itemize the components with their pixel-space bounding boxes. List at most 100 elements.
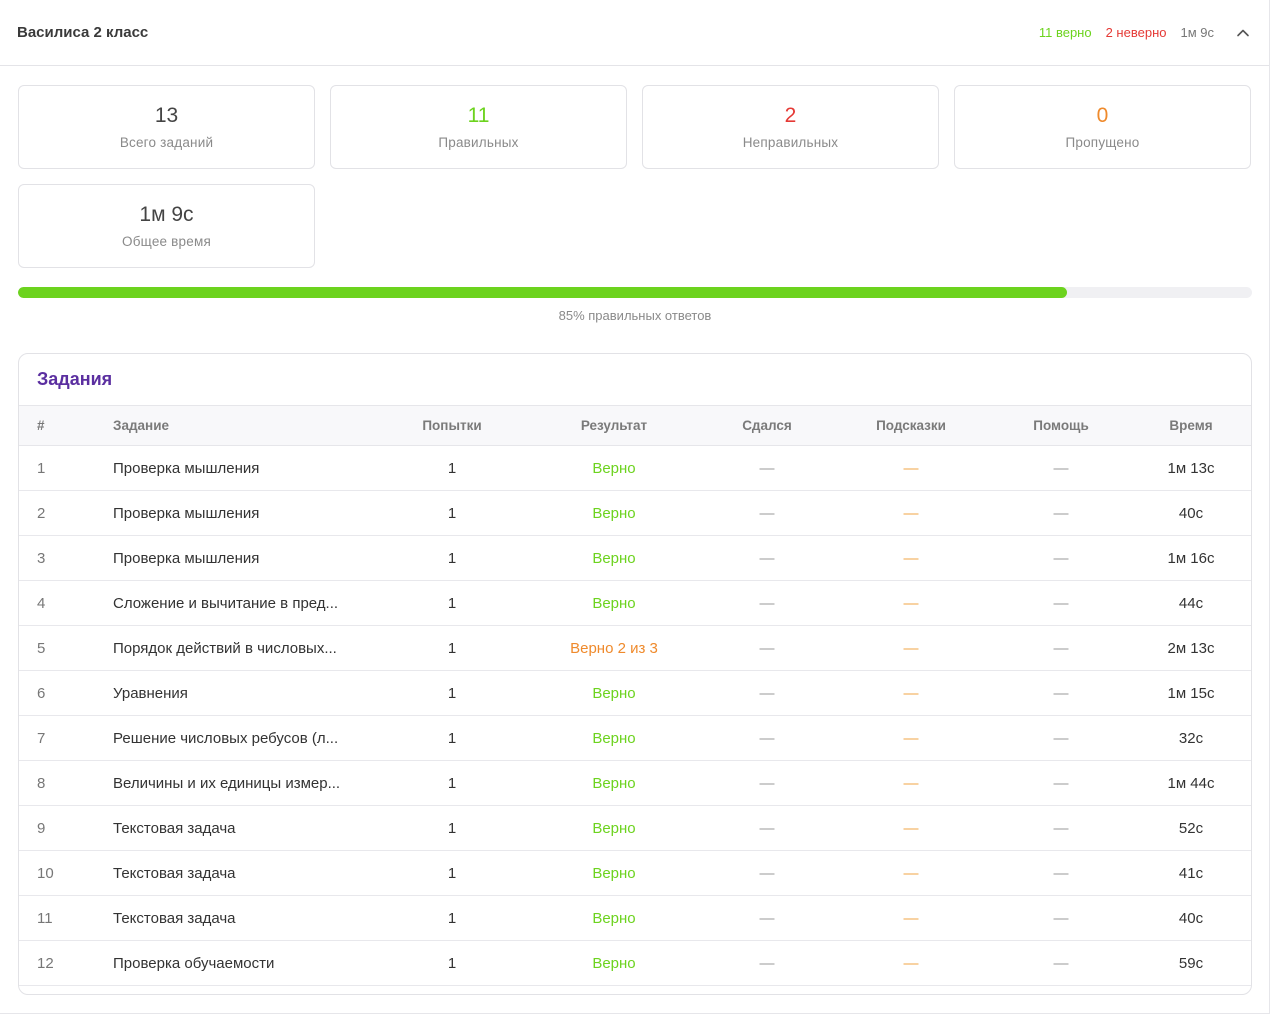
task-hints: — <box>831 580 991 626</box>
task-hints: — <box>831 445 991 491</box>
task-name: Проверка обучаемости <box>113 986 379 995</box>
column-header-number: # <box>19 406 113 446</box>
task-result: Верно <box>525 490 703 536</box>
incorrect-count-badge: 2 неверно <box>1105 25 1167 40</box>
table-row[interactable]: 12 Проверка обучаемости 1 Верно — — —59с <box>19 940 1251 986</box>
task-attempts: 1 <box>379 580 525 626</box>
task-help: — <box>991 850 1131 896</box>
task-result: Верно <box>525 535 703 581</box>
task-attempts: 1 <box>379 490 525 536</box>
task-name: Текстовая задача <box>113 805 379 851</box>
table-row[interactable]: 11 Текстовая задача 1 Верно — — —40с <box>19 895 1251 941</box>
task-help: — <box>991 895 1131 941</box>
stat-label: Неправильных <box>742 135 839 150</box>
task-number: 2 <box>19 490 113 536</box>
stat-label: Всего заданий <box>119 135 214 150</box>
column-header-help: Помощь <box>991 406 1131 446</box>
task-attempts: 1 <box>379 895 525 941</box>
column-header-hints: Подсказки <box>831 406 991 446</box>
table-row[interactable]: 6 Уравнения 1 Верно — — —1м 15с <box>19 670 1251 716</box>
task-name: Проверка обучаемости <box>113 940 379 986</box>
stat-label: Правильных <box>438 135 519 150</box>
panel-header[interactable]: Василиса 2 класс 11 верно 2 неверно 1м 9… <box>0 0 1269 66</box>
task-hints: — <box>831 895 991 941</box>
task-time: 41с <box>1131 850 1251 896</box>
task-result: Верно 8 из 9 <box>525 986 703 995</box>
task-name: Проверка мышления <box>113 490 379 536</box>
table-row[interactable]: 1 Проверка мышления 1 Верно — — —1м 13с <box>19 445 1251 491</box>
task-result: Верно <box>525 940 703 986</box>
task-time: 1м 13с <box>1131 445 1251 491</box>
task-help: — <box>991 445 1131 491</box>
task-attempts: 1 <box>379 986 525 995</box>
task-time: 2м 13с <box>1131 625 1251 671</box>
task-gave-up: — <box>703 805 831 851</box>
table-row[interactable]: 8 Величины и их единицы измер... 1 Верно — — —… <box>19 760 1251 806</box>
test-result-panel: Василиса 2 класс 11 верно 2 неверно 1м 9… <box>0 0 1270 1014</box>
task-gave-up: — <box>703 625 831 671</box>
task-number: 3 <box>19 535 113 581</box>
task-number: 11 <box>19 895 113 941</box>
task-hints: — <box>831 625 991 671</box>
task-gave-up: — <box>703 715 831 761</box>
task-attempts: 1 <box>379 670 525 716</box>
header-summary: 11 верно 2 неверно 1м 9с <box>1039 24 1252 42</box>
task-result: Верно <box>525 445 703 491</box>
task-attempts: 1 <box>379 805 525 851</box>
task-name: Уравнения <box>113 670 379 716</box>
task-time: 1м 16с <box>1131 535 1251 581</box>
task-number: 10 <box>19 850 113 896</box>
task-hints: — <box>831 986 991 995</box>
table-row[interactable]: 3 Проверка мышления 1 Верно — — —1м 16с <box>19 535 1251 581</box>
correct-count-badge: 11 верно <box>1038 25 1092 40</box>
task-name: Проверка мышления <box>113 535 379 581</box>
column-header-time: Время <box>1131 406 1251 446</box>
task-help: — <box>991 670 1131 716</box>
table-row[interactable]: 9 Текстовая задача 1 Верно — — —52с <box>19 805 1251 851</box>
task-result: Верно <box>525 805 703 851</box>
task-gave-up: — <box>703 895 831 941</box>
task-attempts: 1 <box>379 715 525 761</box>
task-gave-up: — <box>703 535 831 581</box>
task-gave-up: — <box>703 760 831 806</box>
task-hints: — <box>831 760 991 806</box>
task-gave-up: — <box>703 986 831 995</box>
task-hints: — <box>831 805 991 851</box>
task-gave-up: — <box>703 850 831 896</box>
task-hints: — <box>831 490 991 536</box>
task-name: Текстовая задача <box>113 895 379 941</box>
stat-value: 13 <box>154 104 179 127</box>
task-name: Проверка мышления <box>113 445 379 491</box>
task-number: 4 <box>19 580 113 626</box>
tasks-title: Задания <box>19 354 1251 406</box>
task-name: Величины и их единицы измер... <box>113 760 379 806</box>
task-hints: — <box>831 715 991 761</box>
task-result: Верно <box>525 850 703 896</box>
tasks-table: # Задание Попытки Результат Сдался Подск… <box>19 406 1251 995</box>
stat-value: 0 <box>1096 104 1109 127</box>
task-result: Верно 2 из 3 <box>525 625 703 671</box>
column-header-result: Результат <box>525 406 703 446</box>
task-help: — <box>991 760 1131 806</box>
stat-label: Пропущено <box>1065 135 1140 150</box>
table-row[interactable]: 2 Проверка мышления 1 Верно — — —40с <box>19 490 1251 536</box>
task-help: — <box>991 715 1131 761</box>
table-row[interactable]: 10 Текстовая задача 1 Верно — — —41с <box>19 850 1251 896</box>
progress-bar <box>18 287 1252 298</box>
task-time: 2м 3с <box>1131 986 1251 995</box>
chevron-up-icon[interactable] <box>1234 24 1252 42</box>
table-row[interactable]: 4 Сложение и вычитание в пред... 1 Верно — — —… <box>19 580 1251 626</box>
table-row[interactable]: 5 Порядок действий в числовых... 1 Верно 2 … <box>19 625 1251 671</box>
table-header-row: # Задание Попытки Результат Сдался Подск… <box>19 406 1251 446</box>
task-time: 52с <box>1131 805 1251 851</box>
task-help: — <box>991 535 1131 581</box>
task-gave-up: — <box>703 940 831 986</box>
task-help: — <box>991 625 1131 671</box>
table-row[interactable]: 7 Решение числовых ребусов (л... 1 Верно — — —… <box>19 715 1251 761</box>
progress-label: 85% правильных ответов <box>558 308 712 323</box>
task-hints: — <box>831 940 991 986</box>
task-help: — <box>991 805 1131 851</box>
table-row[interactable]: 13Проверка обучаемости1Верно 8 из 9———2м… <box>19 986 1251 995</box>
column-header-attempts: Попытки <box>379 406 525 446</box>
progress-bar-fill <box>18 287 1067 298</box>
